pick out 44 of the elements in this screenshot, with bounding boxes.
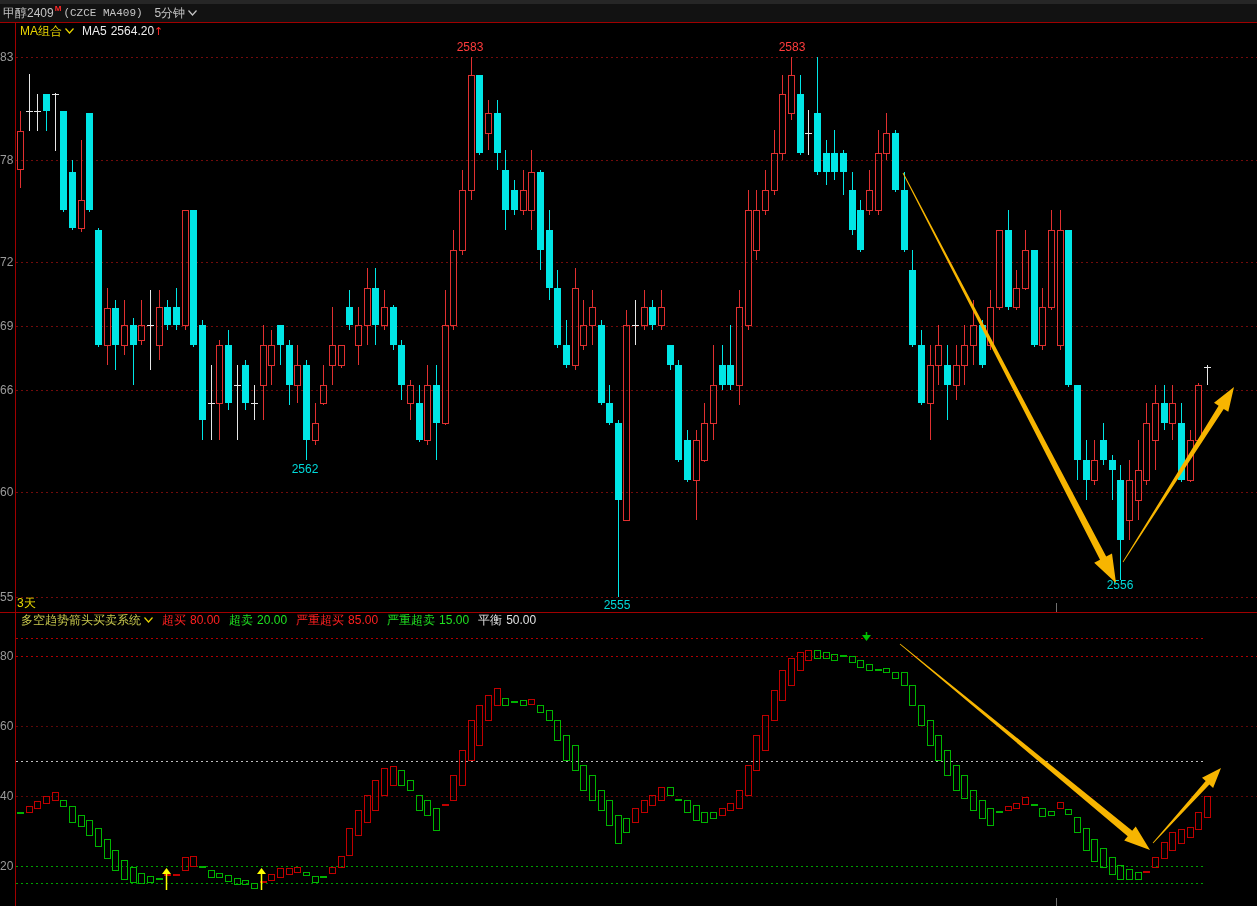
low-price-label: 2562 (291, 462, 319, 476)
parameter-value: 15.00 (439, 614, 470, 626)
trend-arrow-icon: ↑ (154, 25, 164, 37)
y-axis-label: 69 (0, 319, 14, 333)
parameter-value: 20.00 (257, 614, 288, 626)
low-price-label: 2555 (603, 598, 631, 612)
y-axis-label: 40 (0, 789, 14, 803)
low-price-label: 2556 (1106, 578, 1134, 592)
indicator-dropdown[interactable]: 多空趋势箭头买卖系统 (21, 614, 153, 626)
chevron-down-icon (188, 10, 198, 16)
period-dropdown[interactable]: 5分钟 (154, 7, 198, 19)
chevron-down-icon (65, 28, 74, 34)
range-label: 3天 (17, 596, 36, 610)
y-axis-label: 60 (0, 719, 14, 733)
parameter-label: 超买 (162, 614, 186, 626)
y-axis-label: 55 (0, 590, 14, 604)
parameter-value: 80.00 (190, 614, 221, 626)
high-price-label: 2583 (456, 40, 484, 54)
ma-label: MA5 (82, 25, 107, 37)
y-axis-label: 60 (0, 485, 14, 499)
y-axis-label: 20 (0, 859, 14, 873)
y-axis-label: 83 (0, 50, 14, 64)
parameter-label: 超卖 (229, 614, 254, 626)
y-axis-label: 80 (0, 649, 14, 663)
parameter-label: 严重超卖 (387, 614, 436, 626)
indicator-dropdown[interactable]: MA组合 (20, 25, 74, 37)
y-axis-label: 66 (0, 383, 14, 397)
down-arrow-icon (862, 631, 871, 641)
high-price-label: 2583 (778, 40, 806, 54)
contract-mark: M (54, 5, 62, 13)
time-tick (1056, 602, 1057, 612)
contract-name: 甲醇2409 (3, 7, 54, 19)
y-axis-label: 78 (0, 153, 14, 167)
parameter-label: 平衡 (478, 614, 503, 626)
chevron-down-icon (144, 617, 153, 623)
up-arrow-icon (162, 868, 171, 891)
parameter-value: 50.00 (506, 614, 537, 626)
parameter-value: 85.00 (348, 614, 379, 626)
ma-value: 2564.20 (110, 25, 155, 37)
time-tick (1056, 897, 1057, 906)
up-arrow-icon (257, 868, 266, 891)
parameter-label: 严重超买 (296, 614, 345, 626)
exchange-code: (CZCE MA409) (63, 7, 143, 19)
y-axis-label: 72 (0, 255, 14, 269)
